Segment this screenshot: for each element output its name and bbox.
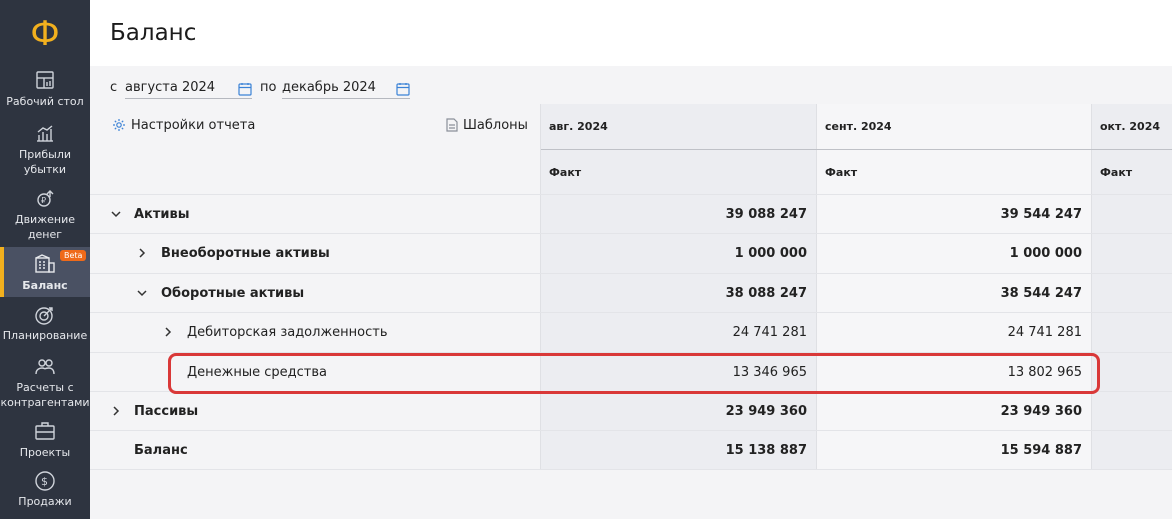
active-indicator (0, 247, 4, 297)
chevron-down-icon[interactable] (136, 287, 148, 299)
row-value: 24 741 281 (1007, 325, 1082, 340)
page-title: Баланс (110, 20, 197, 46)
table-row[interactable]: Активы 39 088 247 39 544 247 (90, 194, 1172, 233)
row-label: Баланс (134, 443, 188, 458)
row-value: 1 000 000 (1009, 246, 1082, 261)
row-value: 38 088 247 (725, 286, 807, 301)
beta-badge: Beta (60, 250, 87, 261)
row-label: Внеоборотные активы (161, 246, 330, 261)
row-value: 24 741 281 (732, 325, 807, 340)
row-value: 15 594 887 (1000, 443, 1082, 458)
row-label: Пассивы (134, 404, 199, 419)
sidebar-item-label: Баланс (22, 279, 68, 292)
date-from-field[interactable]: августа 2024 (125, 77, 252, 99)
table-row[interactable]: Оборотные активы 38 088 247 38 544 247 (90, 273, 1172, 312)
column-kind: Факт (1100, 166, 1133, 179)
app-logo[interactable]: Ф (0, 12, 90, 56)
sidebar-item-projects[interactable]: Проекты (0, 421, 90, 461)
chevron-right-icon[interactable] (136, 247, 148, 259)
sidebar-item-label: Прибыли убытки (18, 148, 72, 176)
date-from-value: августа 2024 (125, 80, 216, 95)
row-value: 39 544 247 (1000, 207, 1082, 222)
sidebar-item-sales[interactable]: $ Продажи (0, 470, 90, 512)
sidebar-item-label: Движение денег (14, 213, 75, 241)
report-area: с августа 2024 по декабрь 2024 Настройки… (90, 66, 1172, 519)
report-settings-label: Настройки отчета (131, 118, 256, 133)
date-from-label: с (110, 80, 118, 95)
svg-text:₽: ₽ (41, 196, 46, 205)
gear-icon (113, 119, 125, 131)
templates-label: Шаблоны (463, 118, 528, 133)
row-value: 23 949 360 (1000, 404, 1082, 419)
header-divider (541, 149, 1172, 150)
row-value: 38 544 247 (1000, 286, 1082, 301)
column-kind: Факт (825, 166, 858, 179)
sidebar: Ф Рабочий стол Прибыли убытки ₽ Движение… (0, 0, 90, 519)
row-value: 15 138 887 (725, 443, 807, 458)
date-to-value: декабрь 2024 (282, 80, 376, 95)
row-label: Активы (134, 207, 190, 222)
svg-text:$: $ (41, 475, 48, 488)
column-period: сент. 2024 (825, 120, 892, 133)
sidebar-item-cashflow[interactable]: ₽ Движение денег (0, 188, 90, 244)
chevron-down-icon[interactable] (110, 208, 122, 220)
document-icon (446, 118, 458, 132)
sidebar-item-profit-loss[interactable]: Прибыли убытки (0, 123, 90, 179)
highlight-frame (168, 353, 1100, 394)
sidebar-item-balance[interactable]: Beta Баланс (0, 247, 90, 297)
money-flow-icon: ₽ (0, 188, 90, 212)
column-period: окт. 2024 (1100, 120, 1161, 133)
sidebar-item-label: Планирование (2, 329, 88, 342)
report-settings-button[interactable]: Настройки отчета (112, 118, 255, 134)
chevron-right-icon[interactable] (110, 405, 122, 417)
table-row[interactable]: Дебиторская задолженность 24 741 281 24 … (90, 312, 1172, 351)
column-kind: Факт (549, 166, 582, 179)
row-value: 39 088 247 (725, 207, 807, 222)
templates-button[interactable]: Шаблоны (446, 118, 528, 134)
sidebar-item-dashboard[interactable]: Рабочий стол (0, 70, 90, 116)
sidebar-item-label: Проекты (19, 446, 71, 459)
sidebar-item-planning[interactable]: Планирование (0, 304, 90, 346)
sidebar-item-label: Продажи (18, 495, 72, 508)
dollar-circle-icon: $ (0, 470, 90, 494)
sidebar-item-label: Расчеты с контрагентами (0, 381, 90, 409)
row-label: Оборотные активы (161, 286, 305, 301)
page-header: Баланс (90, 0, 1172, 66)
table-row[interactable]: Внеоборотные активы 1 000 000 1 000 000 (90, 233, 1172, 272)
people-icon (0, 356, 90, 380)
chart-bars-icon (0, 123, 90, 147)
date-to-label: по (260, 80, 277, 95)
row-value: 23 949 360 (725, 404, 807, 419)
row-value: 1 000 000 (734, 246, 807, 261)
chevron-right-icon[interactable] (162, 326, 174, 338)
calendar-icon[interactable] (396, 82, 410, 96)
dashboard-icon (0, 70, 90, 94)
date-to-field[interactable]: декабрь 2024 (282, 77, 410, 99)
table-row-total[interactable]: Баланс 15 138 887 15 594 887 (90, 430, 1172, 470)
column-period: авг. 2024 (549, 120, 608, 133)
sidebar-item-counterparties[interactable]: Расчеты с контрагентами (0, 356, 90, 409)
row-label: Дебиторская задолженность (187, 325, 388, 340)
target-icon (0, 304, 90, 328)
calendar-icon[interactable] (238, 82, 252, 96)
sidebar-item-label: Рабочий стол (6, 95, 84, 108)
briefcase-icon (0, 421, 90, 445)
table-row[interactable]: Пассивы 23 949 360 23 949 360 (90, 391, 1172, 430)
